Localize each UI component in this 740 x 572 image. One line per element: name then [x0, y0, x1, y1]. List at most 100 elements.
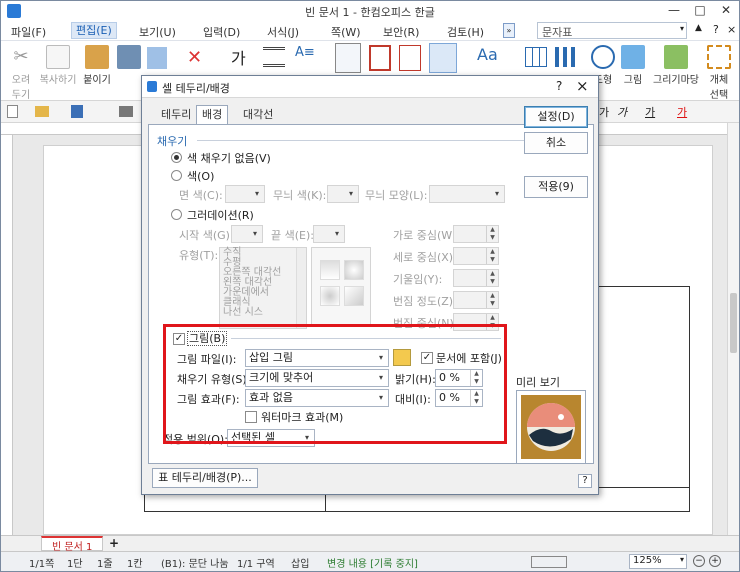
cut-button[interactable]: ✂ 오려 두기	[3, 43, 39, 101]
vertical-ruler[interactable]	[1, 135, 13, 535]
menu-view[interactable]: 보기(U)	[139, 24, 176, 40]
object-select-button[interactable]: 개체 선택	[701, 43, 737, 101]
tilt-spin[interactable]: ▲ ▼	[453, 269, 499, 287]
zoom-out-icon[interactable]: −	[693, 555, 705, 567]
table-lines-icon[interactable]	[429, 43, 457, 73]
spin-arrows-icon[interactable]: ▲ ▼	[486, 292, 498, 308]
end-color-select[interactable]: ▾	[313, 225, 345, 243]
char-shape-icon[interactable]: 가	[231, 45, 246, 69]
paste-label: 붙이기	[83, 75, 111, 86]
para-shape-icon[interactable]	[263, 47, 285, 67]
spin-arrows-icon[interactable]: ▲ ▼	[486, 226, 498, 242]
gradation-swatch[interactable]	[344, 286, 364, 306]
face-color-select[interactable]: ▾	[225, 185, 265, 203]
border-page-icon[interactable]	[369, 45, 391, 71]
gradation-swatch[interactable]	[344, 260, 364, 280]
help-icon[interactable]: ?	[713, 23, 719, 36]
gradation-type-list[interactable]: 수직 수평 오른쪽 대각선 왼쪽 대각선 가운데에서 클래식 나선 시스	[219, 247, 307, 329]
italic-icon[interactable]: 가	[617, 104, 627, 120]
dialog-help-icon[interactable]: ?	[556, 79, 562, 93]
delete-tool-icon[interactable]: ✕	[187, 47, 207, 69]
tab-border[interactable]: 테두리	[156, 106, 196, 124]
print-icon[interactable]	[119, 106, 133, 117]
chart-icon[interactable]	[555, 47, 575, 67]
table-border-fill-button[interactable]: 표 테두리/배경(P)...	[152, 468, 258, 488]
new-doc-icon[interactable]	[7, 105, 18, 118]
picture-button[interactable]: 그림	[615, 43, 651, 86]
change-degree-spin[interactable]: ▲ ▼	[453, 291, 499, 309]
tab-background[interactable]: 배경	[196, 105, 229, 125]
spin-arrows-icon[interactable]: ▲ ▼	[486, 270, 498, 286]
pattern-shape-select[interactable]: ▾	[429, 185, 505, 203]
menu-review[interactable]: 검토(H)	[447, 24, 484, 40]
zoom-dropdown-icon[interactable]: ▾	[680, 555, 684, 564]
pattern-color-select[interactable]: ▾	[327, 185, 359, 203]
gradation-radio[interactable]	[171, 209, 182, 220]
apply-button[interactable]: 적용(9)	[524, 176, 588, 198]
view-mode-icon[interactable]	[531, 556, 567, 568]
menu-more-icon[interactable]: »	[503, 23, 515, 38]
paste-button[interactable]: 붙이기	[79, 43, 115, 86]
spelling-icon[interactable]: Aa	[477, 45, 498, 64]
minimize-icon[interactable]: —	[661, 1, 687, 19]
underline-icon[interactable]: 가	[645, 104, 655, 120]
menu-edit[interactable]: 편집(E)	[71, 22, 117, 39]
start-color-select[interactable]: ▾	[231, 225, 263, 243]
zoom-in-icon[interactable]: +	[709, 555, 721, 567]
ribbon-collapse-icon[interactable]: ▲	[695, 23, 702, 33]
set-button[interactable]: 설정(D)	[524, 106, 588, 128]
spin-arrows-icon[interactable]: ▲ ▼	[486, 248, 498, 264]
cursor-tool-icon[interactable]	[147, 47, 167, 69]
menu-insert[interactable]: 입력(D)	[203, 24, 240, 40]
dropdown-arrow-icon[interactable]: ▾	[680, 24, 684, 33]
dropdown-arrow-icon: ▾	[494, 189, 499, 198]
gradation-preview-grid	[311, 247, 371, 327]
add-tab-icon[interactable]: +	[109, 536, 119, 550]
save-icon[interactable]	[71, 105, 83, 118]
maximize-icon[interactable]: □	[687, 1, 713, 19]
vertical-center-spin[interactable]: ▲ ▼	[453, 247, 499, 265]
vertical-scrollbar[interactable]	[727, 123, 739, 535]
tab-diagonal[interactable]: 대각선	[238, 106, 278, 124]
pattern-shape-label: 무늬 모양(L):	[365, 189, 428, 202]
menu-page[interactable]: 쪽(W)	[331, 24, 361, 40]
horizontal-center-spin[interactable]: ▲ ▼	[453, 225, 499, 243]
char-shape-toolbar-icon[interactable]: 가	[599, 104, 609, 120]
font-color-icon[interactable]: 가	[677, 104, 687, 120]
end-color-label: 끝 색(E):	[271, 229, 314, 242]
preview-label: 미리 보기	[516, 376, 560, 389]
dialog-help-button[interactable]: ?	[578, 474, 592, 488]
zoom-box[interactable]: 125% ▾	[629, 554, 687, 569]
close-doc-icon[interactable]: ×	[727, 23, 736, 36]
window-title: 빈 문서 1 - 한컴오피스 한글	[305, 6, 435, 19]
drawing-button[interactable]: 그리기마당	[649, 43, 703, 86]
style-box-text: 문자표	[542, 26, 573, 39]
cancel-button[interactable]: 취소	[524, 132, 588, 154]
status-track[interactable]: 변경 내용 [기록 중지]	[327, 555, 418, 570]
shape-icon	[591, 45, 615, 69]
gradation-swatch[interactable]	[320, 260, 340, 280]
close-icon[interactable]: ✕	[713, 1, 739, 19]
copy-button[interactable]: 복사하기	[37, 43, 79, 86]
list-scrollbar[interactable]	[296, 248, 306, 328]
status-bar: 1/1쪽 1단 1줄 1칸 (B1): 문단 나눔 1/1 구역 삽입 변경 내…	[1, 551, 739, 571]
multi-column-icon[interactable]	[399, 45, 421, 71]
gradation-type-item[interactable]: 나선 시스	[220, 308, 306, 318]
scroll-thumb[interactable]	[730, 293, 737, 353]
table-icon[interactable]	[525, 47, 547, 67]
gradation-swatch[interactable]	[320, 286, 340, 306]
menu-format[interactable]: 서식(J)	[267, 24, 299, 40]
style-icon[interactable]: A≡	[295, 45, 315, 60]
dialog-close-icon[interactable]: ×	[576, 77, 589, 95]
menu-security[interactable]: 보안(R)	[383, 24, 419, 40]
fill-section-label: 채우기	[157, 135, 188, 148]
color-radio[interactable]	[171, 170, 182, 181]
page-icon[interactable]	[335, 43, 361, 73]
doc-tab[interactable]: 빈 문서 1	[41, 536, 103, 553]
format-copy-button[interactable]	[111, 43, 147, 71]
status-insert[interactable]: 삽입	[291, 555, 309, 570]
style-search-box[interactable]: 문자표 ▾	[537, 22, 687, 39]
menu-file[interactable]: 파일(F)	[11, 24, 46, 40]
open-folder-icon[interactable]	[35, 106, 49, 117]
no-fill-radio[interactable]	[171, 152, 182, 163]
